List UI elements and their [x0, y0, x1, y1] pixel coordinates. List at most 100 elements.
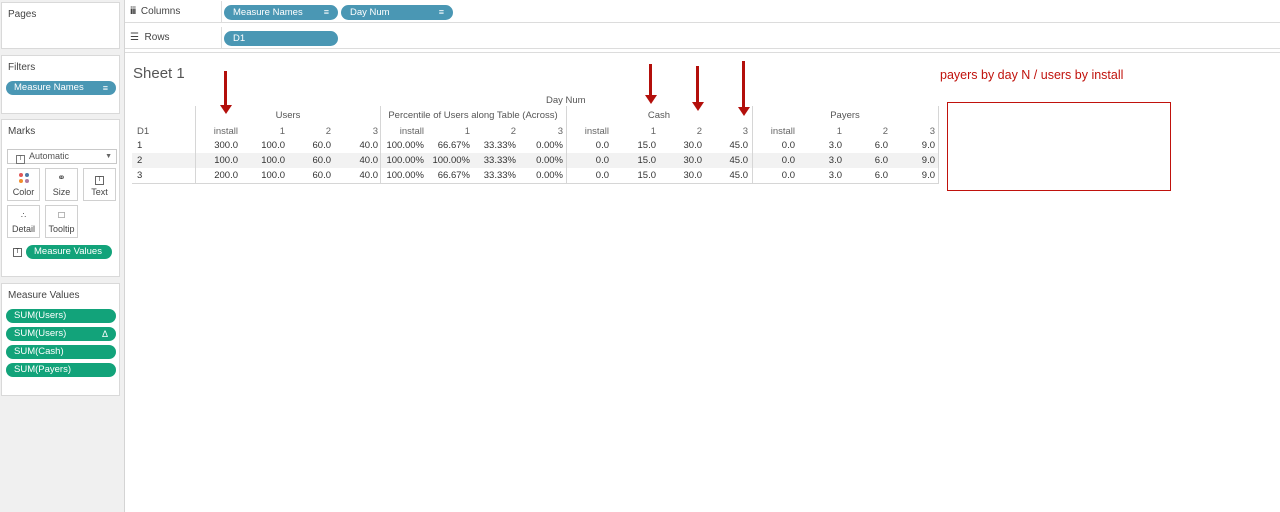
delta-icon: Δ: [101, 329, 108, 339]
rows-pill-d1[interactable]: D1: [224, 31, 338, 46]
sub-header: install: [584, 126, 609, 137]
table-cell: 0.0: [595, 155, 609, 166]
text-mark-icon: T: [16, 155, 25, 164]
sub-header: 2: [696, 126, 702, 137]
measure-pill-label: SUM(Payers): [14, 364, 72, 375]
table-cell: 0.0: [781, 155, 795, 166]
columns-pill-day-num[interactable]: Day Num ≡: [341, 5, 453, 20]
filters-card[interactable]: Filters Measure Names ≡: [1, 55, 120, 114]
table-cell: 30.0: [683, 155, 703, 166]
columns-shelf: iii Columns Measure Names ≡ Day Num ≡: [125, 1, 1280, 23]
sub-header: 3: [557, 126, 563, 137]
rows-icon: ☰: [130, 32, 139, 43]
annotation-box: [947, 102, 1171, 191]
sub-header: install: [770, 126, 795, 137]
table-cell: 9.0: [921, 170, 935, 181]
filter-pill-measure-names[interactable]: Measure Names ≡: [6, 81, 116, 95]
color-button-label: Color: [12, 187, 35, 197]
sub-header: 3: [929, 126, 935, 137]
annotation-text: payers by day N / users by install: [940, 68, 1124, 82]
text-encoding-icon: T: [13, 248, 22, 257]
measure-values-card: Measure Values SUM(Users) SUM(Users) Δ S…: [1, 283, 120, 396]
row-label: 3: [137, 170, 143, 181]
sub-header: 2: [325, 126, 331, 137]
measure-pill-label: SUM(Cash): [14, 346, 64, 357]
columns-icon: iii: [130, 6, 136, 17]
sub-header: 1: [464, 126, 470, 137]
table-cell: 6.0: [874, 155, 888, 166]
table-cell: 100.00%: [386, 170, 424, 181]
text-button-label: Text: [91, 187, 108, 197]
table-cell: 6.0: [874, 170, 888, 181]
table-cell: 33.33%: [483, 155, 516, 166]
table-cell: 100.00%: [432, 155, 470, 166]
text-button[interactable]: T Text: [83, 168, 116, 201]
table-cell: 30.0: [683, 140, 703, 151]
sort-icon: ≡: [438, 7, 444, 17]
table-cell: 300.0: [214, 140, 238, 151]
table-cell: 60.0: [312, 170, 332, 181]
table-cell: 30.0: [683, 170, 703, 181]
group-header: Users: [275, 110, 301, 121]
table-cell: 15.0: [637, 170, 657, 181]
table-cell: 0.0: [781, 170, 795, 181]
chevron-down-icon: ▼: [105, 153, 112, 160]
table-cell: 9.0: [921, 140, 935, 151]
sub-header: install: [399, 126, 424, 137]
columns-pill-measure-names[interactable]: Measure Names ≡: [224, 5, 338, 20]
left-panel: Pages Filters Measure Names ≡ Marks T Aut…: [0, 0, 125, 512]
sub-header: 3: [742, 126, 748, 137]
sort-icon: ≡: [102, 83, 108, 93]
table-cell: 100.00%: [386, 140, 424, 151]
sub-header: 2: [882, 126, 888, 137]
table-cell: 9.0: [921, 155, 935, 166]
columns-pill-label: Day Num: [350, 7, 390, 18]
measure-pill-users-table-calc[interactable]: SUM(Users) Δ: [6, 327, 116, 341]
table-cell: 100.0: [261, 140, 285, 151]
table-cell: 0.0: [595, 170, 609, 181]
table-cell: 3.0: [828, 140, 842, 151]
text-icon: T: [84, 169, 115, 187]
table-cell: 60.0: [312, 155, 332, 166]
sheet-title: Sheet 1: [133, 65, 185, 82]
table-cell: 45.0: [729, 155, 749, 166]
size-button-label: Size: [52, 187, 71, 197]
super-header-day-num: Day Num: [546, 95, 586, 106]
detail-button[interactable]: ∴ Detail: [7, 205, 40, 238]
table-cell: 6.0: [874, 140, 888, 151]
row-label: 1: [137, 140, 143, 151]
table-cell: 40.0: [359, 155, 379, 166]
table-cell: 100.00%: [386, 155, 424, 166]
table-cell: 66.67%: [437, 140, 470, 151]
table-cell: 3.0: [828, 155, 842, 166]
measure-pill-users[interactable]: SUM(Users): [6, 309, 116, 323]
measure-pill-cash[interactable]: SUM(Cash): [6, 345, 116, 359]
table-cell: 66.67%: [437, 170, 470, 181]
marks-field-pill[interactable]: Measure Values: [26, 245, 112, 259]
rows-pill-label: D1: [233, 33, 246, 44]
mark-type-dropdown[interactable]: T Automatic ▼: [7, 149, 117, 164]
pages-card[interactable]: Pages: [1, 2, 120, 49]
color-button[interactable]: Color: [7, 168, 40, 201]
rows-shelf: ☰ Rows D1: [125, 27, 1280, 49]
row-header-d1: D1: [137, 126, 150, 137]
tooltip-button-label: Tooltip: [48, 224, 75, 234]
sort-icon: ≡: [323, 7, 329, 17]
measure-values-card-title: Measure Values: [8, 290, 80, 301]
tooltip-button[interactable]: □ Tooltip: [45, 205, 78, 238]
table-cell: 0.0: [781, 140, 795, 151]
size-icon: ⚭: [57, 173, 66, 184]
rows-shelf-label: ☰ Rows: [130, 32, 170, 43]
size-button[interactable]: ⚭ Size: [45, 168, 78, 201]
group-header: Percentile of Users along Table (Across): [388, 110, 558, 121]
table-cell: 0.00%: [536, 170, 563, 181]
mark-type-value: Automatic: [29, 151, 70, 161]
table-cell: 33.33%: [483, 140, 516, 151]
tooltip-icon: □: [58, 210, 65, 221]
table-cell: 40.0: [359, 170, 379, 181]
group-header: Cash: [647, 110, 671, 121]
columns-shelf-label: iii Columns: [130, 6, 181, 17]
measure-pill-payers[interactable]: SUM(Payers): [6, 363, 116, 377]
sub-header: 1: [836, 126, 842, 137]
row-label: 2: [137, 155, 143, 166]
